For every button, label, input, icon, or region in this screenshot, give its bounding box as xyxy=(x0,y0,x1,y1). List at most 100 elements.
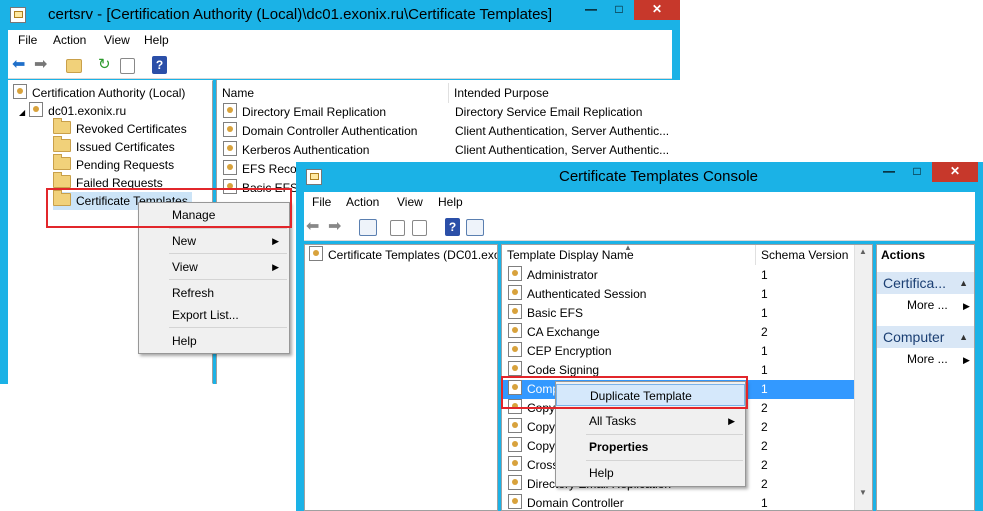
template-icon xyxy=(508,304,522,319)
close-button[interactable]: ✕ xyxy=(634,0,680,20)
menu-properties[interactable]: Properties xyxy=(556,436,745,458)
actions-pane: Actions Certifica... ▲ More ... ▶ Comput… xyxy=(876,244,975,511)
console-titlebar[interactable]: Certificate Templates Console — □ ✕ xyxy=(296,162,983,192)
template-icon xyxy=(223,160,237,175)
menu-help[interactable]: Help xyxy=(144,33,169,47)
menu-action[interactable]: Action xyxy=(346,195,379,209)
menu-separator xyxy=(169,253,287,254)
minimize-button[interactable]: — xyxy=(578,0,604,20)
list-row-name[interactable]: Domain Controller Authentication xyxy=(223,122,449,141)
template-row[interactable]: CA Exchange 2 xyxy=(502,323,856,342)
up-folder-icon[interactable] xyxy=(66,59,82,73)
minimize-button[interactable]: — xyxy=(876,162,902,182)
export-icon[interactable] xyxy=(412,220,427,236)
menu-export-list[interactable]: Export List... xyxy=(139,304,289,326)
show-hide-tree-icon[interactable] xyxy=(359,219,377,236)
tree-folder-revoked[interactable]: Revoked Certificates xyxy=(53,118,187,138)
scroll-down-arrow-icon[interactable]: ▼ xyxy=(859,488,867,497)
menu-action[interactable]: Action xyxy=(53,33,86,47)
actions-more[interactable]: More ... ▶ xyxy=(907,298,970,312)
submenu-arrow-icon: ▶ xyxy=(728,416,735,426)
console-tree-pane: Certificate Templates (DC01.exo xyxy=(304,244,498,511)
schema-version: 1 xyxy=(761,382,768,396)
menu-separator xyxy=(169,279,287,280)
back-arrow-icon[interactable]: ⬅ xyxy=(306,218,324,236)
menu-file[interactable]: File xyxy=(18,33,37,47)
collapse-arrow-icon[interactable]: ▲ xyxy=(959,326,968,348)
close-button[interactable]: ✕ xyxy=(932,162,978,182)
actions-section-header[interactable]: Computer ▲ xyxy=(877,326,974,348)
tree-root[interactable]: Certificate Templates (DC01.exo xyxy=(309,246,497,264)
menu-all-tasks[interactable]: All Tasks ▶ xyxy=(556,410,745,432)
menu-view[interactable]: View xyxy=(397,195,423,209)
tree-folder-pending[interactable]: Pending Requests xyxy=(53,154,174,174)
menu-refresh[interactable]: Refresh xyxy=(139,282,289,304)
menu-separator xyxy=(169,327,287,328)
forward-arrow-icon[interactable]: ➡ xyxy=(328,218,346,236)
console-title: Certificate Templates Console xyxy=(559,168,758,185)
tree-folder-failed[interactable]: Failed Requests xyxy=(53,172,163,192)
column-name[interactable]: Name xyxy=(217,83,449,103)
help-icon[interactable]: ? xyxy=(152,56,167,74)
certsrv-toolbar: ⬅ ➡ ↻ ? xyxy=(8,52,672,79)
template-row[interactable]: Code Signing 1 xyxy=(502,361,856,380)
actions-section-header[interactable]: Certifica... ▲ xyxy=(877,272,974,294)
folder-icon xyxy=(53,136,71,152)
template-icon xyxy=(508,456,522,471)
menu-file[interactable]: File xyxy=(312,195,331,209)
properties-icon[interactable] xyxy=(390,220,405,236)
schema-version: 1 xyxy=(761,363,768,377)
template-icon xyxy=(508,418,522,433)
forward-arrow-icon[interactable]: ➡ xyxy=(34,56,52,74)
back-arrow-icon[interactable]: ⬅ xyxy=(12,56,30,74)
menu-manage[interactable]: Manage xyxy=(139,204,289,226)
certsrv-context-menu: Manage New ▶ View ▶ Refresh Export List...… xyxy=(138,202,290,354)
maximize-button[interactable]: □ xyxy=(904,162,930,182)
menu-view[interactable]: View ▶ xyxy=(139,256,289,278)
refresh-icon[interactable]: ↻ xyxy=(98,56,116,74)
template-name: CEP Encryption xyxy=(508,342,754,361)
menu-help[interactable]: Help xyxy=(556,462,745,484)
expand-icon[interactable]: ◢ xyxy=(19,108,25,117)
template-icon xyxy=(508,399,522,414)
vertical-scrollbar[interactable]: ▲ ▼ xyxy=(854,245,872,510)
collapse-arrow-icon[interactable]: ▲ xyxy=(959,272,968,294)
menu-separator xyxy=(586,460,743,461)
folder-icon xyxy=(53,118,71,134)
schema-version: 2 xyxy=(761,401,768,415)
list-row-name[interactable]: Kerberos Authentication xyxy=(223,141,449,160)
schema-version: 1 xyxy=(761,344,768,358)
show-hide-action-pane-icon[interactable] xyxy=(466,219,484,236)
template-name: CA Exchange xyxy=(508,323,754,342)
column-schema-version[interactable]: Schema Version xyxy=(756,245,856,265)
template-row[interactable]: Administrator 1 xyxy=(502,266,856,285)
actions-header: Actions xyxy=(881,248,926,262)
maximize-button[interactable]: □ xyxy=(606,0,632,20)
tree-folder-issued[interactable]: Issued Certificates xyxy=(53,136,175,156)
template-row[interactable]: Basic EFS 1 xyxy=(502,304,856,323)
export-icon[interactable] xyxy=(120,58,135,74)
menu-duplicate-template[interactable]: Duplicate Template xyxy=(556,384,745,406)
actions-more[interactable]: More ... ▶ xyxy=(907,352,970,366)
menu-help[interactable]: Help xyxy=(139,330,289,352)
tree-root[interactable]: Certification Authority (Local) xyxy=(13,84,185,102)
scroll-up-arrow-icon[interactable]: ▲ xyxy=(859,247,867,256)
console-toolbar: ⬅ ➡ ? xyxy=(304,214,975,241)
help-icon[interactable]: ? xyxy=(445,218,460,236)
template-icon xyxy=(223,141,237,156)
template-icon xyxy=(508,380,522,395)
menu-view[interactable]: View xyxy=(104,33,130,47)
template-row[interactable]: Domain Controller 1 xyxy=(502,494,856,510)
template-icon xyxy=(508,266,522,281)
column-intended-purpose[interactable]: Intended Purpose xyxy=(449,83,680,103)
tree-server[interactable]: ◢ dc01.exonix.ru xyxy=(19,102,126,120)
template-row[interactable]: Authenticated Session 1 xyxy=(502,285,856,304)
menu-help[interactable]: Help xyxy=(438,195,463,209)
list-row-name[interactable]: Directory Email Replication xyxy=(223,103,449,122)
menu-new[interactable]: New ▶ xyxy=(139,230,289,252)
menu-separator xyxy=(169,228,287,229)
template-name: Domain Controller xyxy=(508,494,754,510)
certsrv-titlebar[interactable]: certsrv - [Certification Authority (Loca… xyxy=(0,0,680,30)
template-row[interactable]: CEP Encryption 1 xyxy=(502,342,856,361)
submenu-arrow-icon: ▶ xyxy=(272,236,279,246)
